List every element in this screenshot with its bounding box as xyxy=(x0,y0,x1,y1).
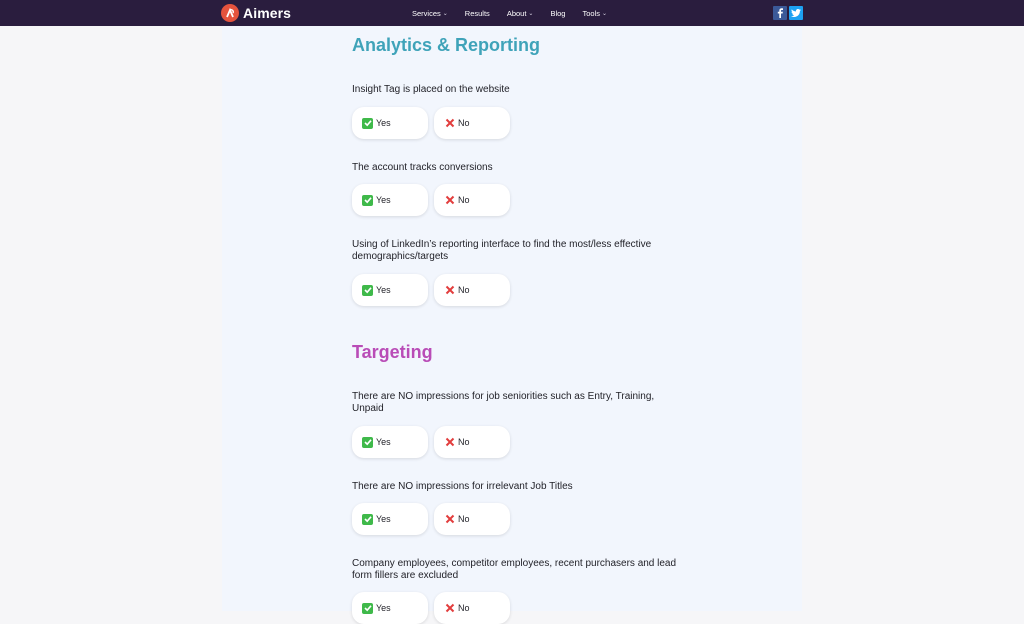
yes-button[interactable]: Yes xyxy=(352,503,428,535)
yes-label: Yes xyxy=(376,514,391,524)
no-button[interactable]: No xyxy=(434,184,510,216)
nav-item-tools[interactable]: Tools ⌄ xyxy=(582,9,607,18)
brand-name: Aimers xyxy=(243,5,292,21)
answer-options: Yes No xyxy=(352,592,510,624)
section-title-analytics: Analytics & Reporting xyxy=(352,35,541,55)
no-label: No xyxy=(458,514,470,524)
nav-item-label: Blog xyxy=(550,8,566,18)
no-label: No xyxy=(458,118,470,128)
check-mark-icon xyxy=(362,602,373,614)
nav-item-label: Results xyxy=(464,8,490,18)
check-mark-icon xyxy=(362,436,373,448)
yes-label: Yes xyxy=(376,603,391,613)
no-label: No xyxy=(458,285,470,295)
no-button[interactable]: No xyxy=(434,426,510,458)
yes-label: Yes xyxy=(376,118,391,128)
chevron-down-icon: ⌄ xyxy=(442,10,448,17)
nav-item-label: Services xyxy=(412,8,441,18)
nav-item-about[interactable]: About ⌄ xyxy=(507,9,534,18)
question-text: Insight Tag is placed on the website xyxy=(352,84,510,95)
cross-mark-icon xyxy=(444,195,455,206)
answer-options: Yes No xyxy=(352,274,510,306)
yes-label: Yes xyxy=(376,285,391,295)
yes-button[interactable]: Yes xyxy=(352,184,428,216)
nav-item-services[interactable]: Services ⌄ xyxy=(412,9,448,18)
twitter-icon[interactable] xyxy=(789,6,803,20)
yes-button[interactable]: Yes xyxy=(352,592,428,624)
yes-label: Yes xyxy=(376,437,391,447)
no-button[interactable]: No xyxy=(434,107,510,139)
check-mark-icon xyxy=(362,284,373,296)
no-button[interactable]: No xyxy=(434,503,510,535)
no-button[interactable]: No xyxy=(434,592,510,624)
check-mark-icon xyxy=(362,194,373,206)
answer-options: Yes No xyxy=(352,426,510,458)
question-text: The account tracks conversions xyxy=(352,162,493,173)
nav-item-label: About xyxy=(506,8,527,18)
main-navigation: Services ⌄ Results About ⌄ Blog Tools ⌄ xyxy=(412,0,624,26)
no-label: No xyxy=(458,603,470,613)
aimers-logo[interactable]: Aimers xyxy=(221,4,291,22)
check-mark-icon xyxy=(362,513,373,525)
yes-button[interactable]: Yes xyxy=(352,274,428,306)
yes-button[interactable]: Yes xyxy=(352,107,428,139)
question-text: Using of LinkedIn’s reporting interface … xyxy=(352,239,652,262)
no-label: No xyxy=(458,437,470,447)
yes-label: Yes xyxy=(376,195,391,205)
question-text: There are NO impressions for irrelevant … xyxy=(352,481,573,492)
cross-mark-icon xyxy=(444,514,455,525)
top-navbar: Aimers Services ⌄ Results About ⌄ Blog T… xyxy=(0,0,1024,26)
yes-button[interactable]: Yes xyxy=(352,426,428,458)
question-text: There are NO impressions for job seniori… xyxy=(352,391,655,414)
cross-mark-icon xyxy=(444,603,455,614)
no-label: No xyxy=(458,195,470,205)
cross-mark-icon xyxy=(444,118,455,129)
nav-item-blog[interactable]: Blog xyxy=(550,9,565,18)
question-text: Company employees, competitor employees,… xyxy=(352,558,677,581)
cross-mark-icon xyxy=(444,285,455,296)
answer-options: Yes No xyxy=(352,184,510,216)
answer-options: Yes No xyxy=(352,503,510,535)
checklist-content: Analytics & Reporting Insight Tag is pla… xyxy=(222,26,802,624)
facebook-icon[interactable] xyxy=(773,6,787,20)
no-button[interactable]: No xyxy=(434,274,510,306)
chevron-down-icon: ⌄ xyxy=(528,10,534,17)
chevron-down-icon: ⌄ xyxy=(601,10,608,17)
check-mark-icon xyxy=(362,117,373,129)
answer-options: Yes No xyxy=(352,107,510,139)
nav-item-label: Tools xyxy=(582,8,600,18)
nav-item-results[interactable]: Results xyxy=(465,9,490,18)
cross-mark-icon xyxy=(444,437,455,448)
aimers-logo-icon xyxy=(221,4,239,22)
section-title-targeting: Targeting xyxy=(352,342,433,362)
social-links xyxy=(773,6,803,20)
